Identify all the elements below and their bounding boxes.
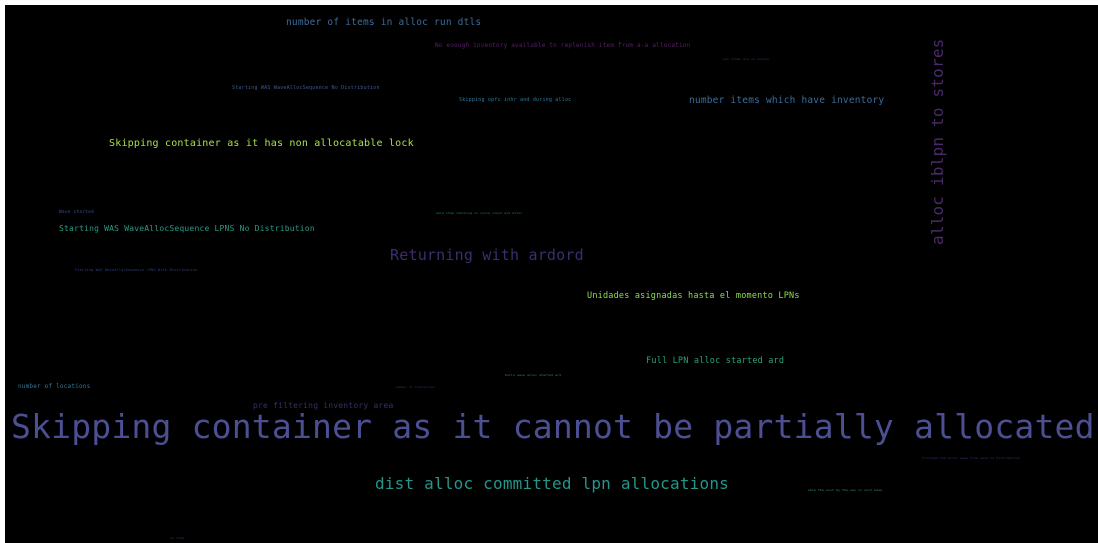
word-lpn-items-stores: lpn items are in stores [723, 57, 770, 61]
word-unidades-asignadas: Unidades asignadas hasta el momento LPNs [587, 291, 800, 301]
word-skipping-cannot-partially: Skipping container as it cannot be parti… [11, 407, 1095, 446]
word-number-items-alloc-run: number of items in alloc run dtls [286, 17, 482, 28]
word-full-lpn-alloc: Full LPN alloc started ard [646, 356, 785, 366]
word-skip-item-checking: skip item checking in cycle count and al… [436, 211, 523, 215]
word-no-item: no item [170, 536, 185, 540]
word-cloud-canvas: Skipping container as it cannot be parti… [5, 5, 1098, 543]
word-number-of-iterations: number of iterations [395, 385, 436, 389]
word-skipping-non-allocatable: Skipping container as it has non allocat… [109, 138, 414, 149]
word-no-enough-inventory: No enough inventory available to repleni… [435, 42, 691, 49]
word-skipping-opfc: Skipping opfc inhr and during alloc [459, 97, 572, 103]
word-starting-was-lpns: Starting WAS WaveAllocSequence LPNS No D… [59, 224, 315, 233]
word-returning-with-ardord: Returning with ardord [390, 246, 584, 264]
word-dist-alloc-committed: dist alloc committed lpn allocations [375, 474, 729, 493]
word-finished-alloc-wave: finished the alloc wave from wave no dis… [922, 456, 1021, 460]
word-wave-started: Wave started [59, 210, 94, 215]
word-starting-was-with-dist: Starting WAS WaveAllocSequence LPNS With… [75, 268, 198, 272]
word-starting-was-no-dist: Starting WAS WaveAllocSequence No Distri… [232, 85, 380, 91]
word-pre-filtering: pre filtering inventory area [253, 401, 394, 410]
word-number-items-inventory: number items which have inventory [689, 95, 885, 106]
word-alloc-iblpn-vertical: alloc iblpn to stores [928, 38, 947, 246]
word-skip-the-unit: skip the unit by the way in unit base [808, 488, 883, 492]
word-number-of-locations: number of locations [18, 383, 91, 390]
word-build-wave-alloc: build wave alloc started ard [505, 373, 562, 377]
